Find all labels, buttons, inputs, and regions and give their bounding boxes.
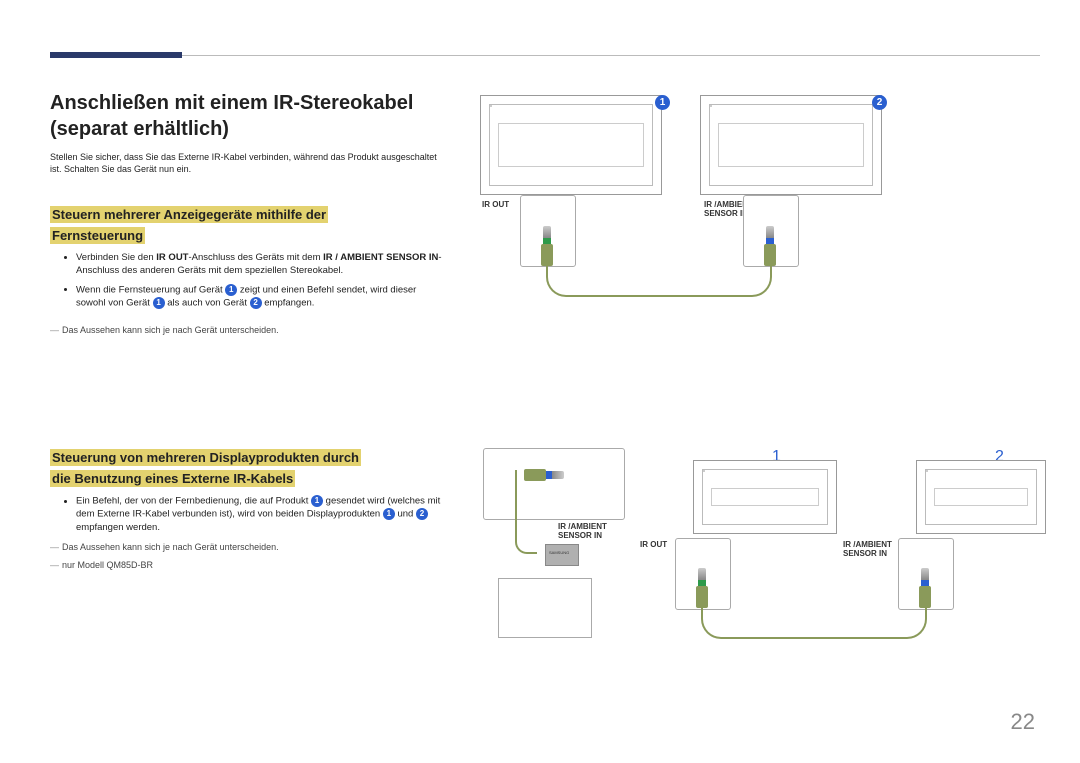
section2-note2: nur Modell QM85D-BR <box>50 560 153 570</box>
label-ir-out-2: IR OUT <box>640 540 667 549</box>
intro-text: Stellen Sie sicher, dass Sie das Externe… <box>50 152 440 175</box>
display-2-small-icon <box>916 460 1046 534</box>
badge-1-icon: 1 <box>225 284 237 296</box>
section2-heading: Steuerung von mehreren Displayprodukten … <box>50 448 361 490</box>
badge-1-icon: 1 <box>383 508 395 520</box>
section2-heading-line1: Steuerung von mehreren Displayprodukten … <box>50 449 361 466</box>
ir-receiver-icon: SAMSUNG <box>545 544 579 566</box>
section1-bullet2: Wenn die Fernsteuerung auf Gerät 1 zeigt… <box>76 284 446 311</box>
section2-note1: Das Aussehen kann sich je nach Gerät unt… <box>50 542 279 552</box>
badge-1-icon: 1 <box>311 495 323 507</box>
cable-icon <box>515 470 537 554</box>
badge-1-large: 1 <box>655 95 670 110</box>
badge-1-icon: 1 <box>153 297 165 309</box>
cable-icon <box>546 265 772 297</box>
page-title: Anschließen mit einem IR-Stereokabel (se… <box>50 90 450 142</box>
badge-2-icon: 2 <box>250 297 262 309</box>
section2-bullets: Ein Befehl, der von der Fernbedienung, d… <box>62 495 446 540</box>
section2-heading-line2: die Benutzung eines Externe IR-Kabels <box>50 470 295 487</box>
jack-icon <box>539 226 555 266</box>
badge-2-large: 2 <box>872 95 887 110</box>
section1-note: Das Aussehen kann sich je nach Gerät unt… <box>50 325 279 335</box>
label-ir-out-1: IR OUT <box>482 200 509 209</box>
section1-heading-line2: Fernsteuerung <box>50 227 145 244</box>
cable-icon <box>701 607 927 639</box>
header-accent-bar <box>50 52 182 58</box>
display-2-back-icon <box>700 95 882 195</box>
section1-bullet1: Verbinden Sie den IR OUT-Anschluss des G… <box>76 252 446 278</box>
jack-icon <box>762 226 778 266</box>
section2-bullet1: Ein Befehl, der von der Fernbedienung, d… <box>76 495 446 534</box>
display-1-small-icon <box>693 460 837 534</box>
section1-heading-line1: Steuern mehrerer Anzeigegeräte mithilfe … <box>50 206 328 223</box>
remote-control-icon <box>498 578 592 638</box>
section1-heading: Steuern mehrerer Anzeigegeräte mithilfe … <box>50 205 328 247</box>
port-remote-ir-in <box>483 448 625 520</box>
display-1-back-icon <box>480 95 662 195</box>
jack-icon <box>694 568 710 608</box>
label-ir-in-2a: IR /AMBIENT SENSOR IN <box>558 522 628 540</box>
badge-2-icon: 2 <box>416 508 428 520</box>
jack-icon <box>917 568 933 608</box>
section1-bullets: Verbinden Sie den IR OUT-Anschluss des G… <box>62 252 446 316</box>
header-divider <box>182 55 1040 56</box>
page-number: 22 <box>1011 709 1035 735</box>
